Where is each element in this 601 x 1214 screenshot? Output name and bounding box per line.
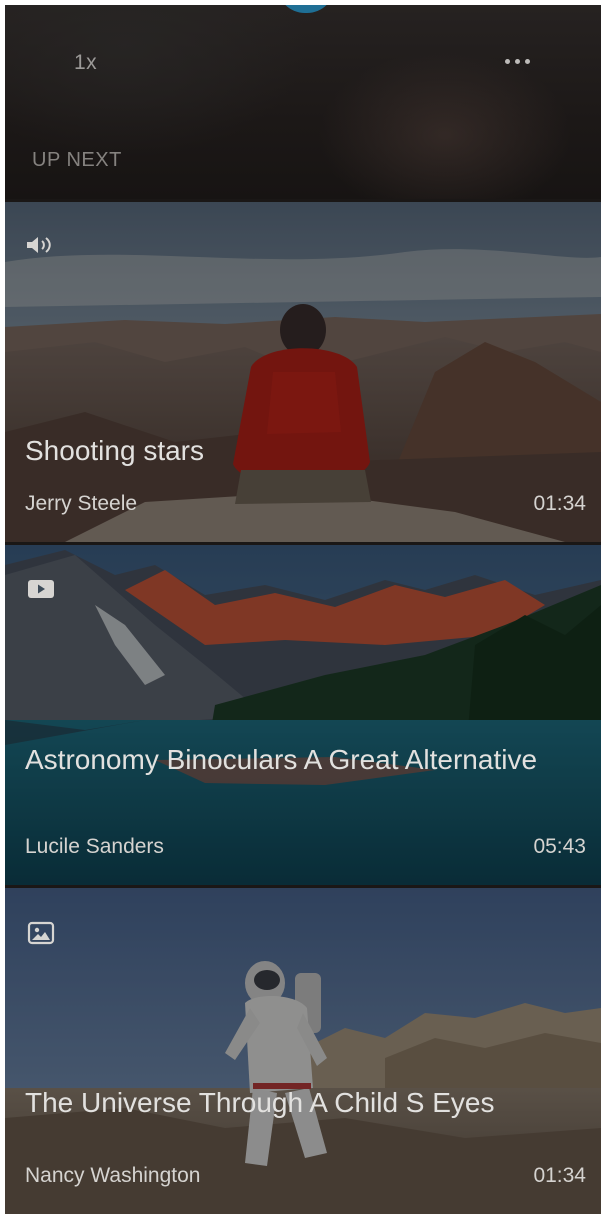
player-screen: 1x UP NEXT Shooting stars Jerry Steele 0… bbox=[5, 5, 601, 1214]
audio-icon bbox=[27, 237, 51, 253]
image-icon bbox=[27, 921, 55, 945]
queue-item-duration: 01:34 bbox=[533, 492, 586, 515]
queue-item-title: Shooting stars bbox=[25, 435, 204, 466]
player-controls: 1x UP NEXT bbox=[5, 5, 601, 199]
queue-item-author: Lucile Sanders bbox=[25, 835, 164, 858]
queue-item-shooting-stars[interactable]: Shooting stars Jerry Steele 01:34 bbox=[5, 202, 601, 542]
video-icon bbox=[28, 580, 54, 598]
more-options-icon[interactable] bbox=[505, 55, 541, 67]
queue-item-author: Jerry Steele bbox=[25, 492, 138, 515]
queue-item-author: Nancy Washington bbox=[25, 1164, 201, 1187]
queue-item-duration: 05:43 bbox=[533, 835, 586, 858]
queue-item-universe-through-child-eyes[interactable]: The Universe Through A Child S Eyes Nanc… bbox=[5, 888, 601, 1214]
playback-speed-button[interactable]: 1x bbox=[74, 51, 97, 75]
queue-item-title: The Universe Through A Child S Eyes bbox=[25, 1087, 495, 1118]
queue-item-astronomy-binoculars[interactable]: Astronomy Binoculars A Great Alternative… bbox=[5, 545, 601, 885]
up-next-label: UP NEXT bbox=[32, 149, 122, 171]
queue-item-duration: 01:34 bbox=[533, 1164, 586, 1187]
queue-item-title: Astronomy Binoculars A Great Alternative bbox=[25, 744, 538, 775]
play-button[interactable] bbox=[277, 5, 335, 13]
